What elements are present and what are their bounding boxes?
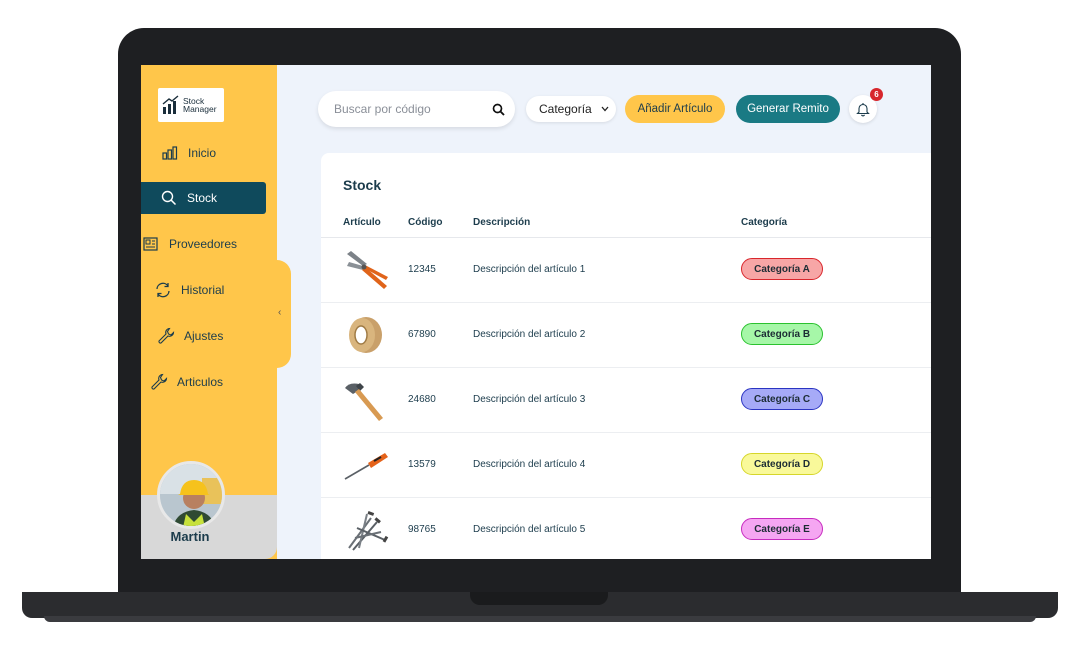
search-icon[interactable]: [492, 103, 505, 116]
row-code: 24680: [408, 394, 436, 405]
table-row[interactable]: 13579 Descripción del artículo 4 Categor…: [321, 433, 931, 498]
row-description: Descripción del artículo 5: [473, 524, 586, 535]
laptop-notch: [470, 592, 608, 605]
logo-line-2: Manager: [183, 104, 217, 114]
category-select-label: Categoría: [539, 102, 592, 116]
sidebar-item-stock[interactable]: Stock: [141, 182, 266, 214]
add-article-label: Añadir Artículo: [637, 103, 713, 115]
table-row[interactable]: 24680 Descripción del artículo 3 Categor…: [321, 368, 931, 433]
pliers-icon: [341, 248, 391, 292]
column-header-categoria[interactable]: Categoría: [741, 217, 787, 228]
sidebar-item-label: Articulos: [177, 375, 224, 389]
sidebar-item-historial[interactable]: Historial: [141, 274, 266, 306]
logo-text: Stock Manager: [183, 97, 217, 114]
sidebar-item-articulos[interactable]: Articulos: [141, 366, 266, 398]
stock-chart-logo-icon: [162, 95, 179, 114]
chevron-left-icon[interactable]: ‹: [278, 307, 288, 319]
row-description: Descripción del artículo 2: [473, 329, 586, 340]
row-description: Descripción del artículo 4: [473, 459, 586, 470]
laptop-base-shadow: [44, 616, 1036, 622]
hammer-icon: [341, 378, 391, 422]
sidebar-item-proveedores[interactable]: Proveedores: [141, 228, 266, 260]
user-name: Martin: [170, 529, 210, 544]
row-code: 67890: [408, 329, 436, 340]
app-logo[interactable]: Stock Manager: [158, 88, 224, 122]
category-badge: Categoría A: [741, 258, 823, 280]
sidebar-item-label: Historial: [181, 283, 225, 297]
chevron-down-icon: [601, 104, 609, 114]
row-code: 12345: [408, 264, 436, 275]
app-screen: Stock Manager Inicio Stock Proveedores H…: [141, 65, 931, 559]
table-row[interactable]: 98765 Descripción del artículo 5 Categor…: [321, 498, 931, 559]
avatar[interactable]: [157, 461, 225, 529]
sidebar: Stock Manager Inicio Stock Proveedores H…: [141, 65, 277, 559]
sidebar-item-label: Proveedores: [169, 237, 238, 251]
search-bar: [318, 91, 515, 127]
row-code: 98765: [408, 524, 436, 535]
wrench-icon: [156, 326, 176, 346]
generate-remito-label: Generar Remito: [747, 103, 829, 115]
sidebar-item-inicio[interactable]: Inicio: [141, 137, 266, 169]
row-code: 13579: [408, 459, 436, 470]
row-description: Descripción del artículo 3: [473, 394, 586, 405]
newspaper-icon: [141, 234, 161, 254]
row-description: Descripción del artículo 1: [473, 264, 586, 275]
generate-remito-button[interactable]: Generar Remito: [736, 95, 840, 123]
category-badge: Categoría D: [741, 453, 823, 475]
wrench-icon: [149, 372, 169, 392]
sidebar-item-ajustes[interactable]: Ajustes: [141, 320, 266, 352]
sidebar-item-label: Ajustes: [184, 329, 224, 343]
table-row[interactable]: 67890 Descripción del artículo 2 Categor…: [321, 303, 931, 368]
refresh-icon: [153, 280, 173, 300]
column-header-descripcion[interactable]: Descripción: [473, 217, 530, 228]
bell-icon: [856, 102, 870, 116]
search-input[interactable]: [334, 102, 492, 116]
sidebar-item-label: Inicio: [188, 146, 217, 160]
column-header-articulo[interactable]: Artículo: [343, 217, 381, 228]
screwdriver-icon: [341, 443, 391, 487]
category-badge: Categoría B: [741, 323, 823, 345]
category-badge: Categoría C: [741, 388, 823, 410]
sidebar-item-label: Stock: [187, 191, 218, 205]
search-icon: [159, 188, 179, 208]
table-row[interactable]: 12345 Descripción del artículo 1 Categor…: [321, 238, 931, 303]
bar-chart-icon: [160, 143, 180, 163]
column-header-codigo[interactable]: Código: [408, 217, 442, 228]
stock-card: Stock Artículo Código Descripción Catego…: [321, 153, 931, 559]
nails-icon: [341, 508, 391, 552]
category-badge: Categoría E: [741, 518, 823, 540]
tape-roll-icon: [341, 313, 391, 357]
card-title: Stock: [343, 177, 382, 193]
category-select[interactable]: Categoría: [526, 96, 616, 122]
add-article-button[interactable]: Añadir Artículo: [625, 95, 725, 123]
notification-count-badge: 6: [870, 88, 883, 101]
